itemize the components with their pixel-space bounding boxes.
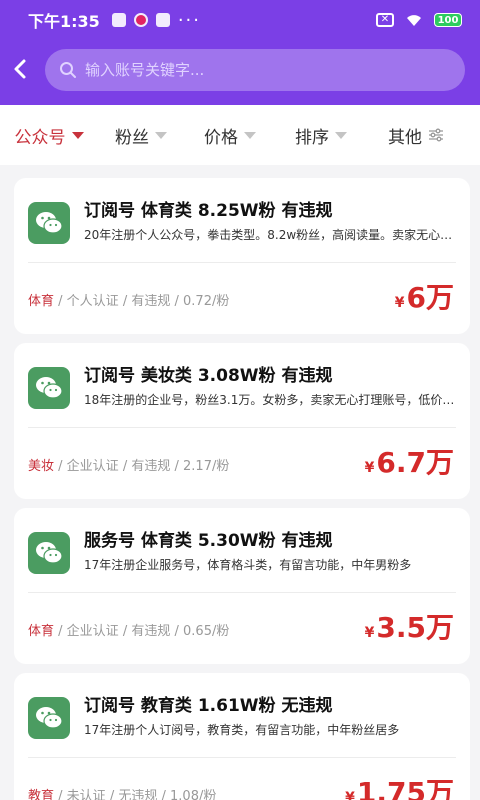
price-value: 6万 xyxy=(406,281,454,314)
filter-account-type[interactable]: 公众号 xyxy=(0,105,98,165)
price-per-fan: 0.72/粉 xyxy=(183,294,230,309)
status-bar: 下午1:35 ··· ✕ 100 xyxy=(0,0,480,40)
currency-symbol: ¥ xyxy=(345,790,355,800)
account-card[interactable]: 订阅号 教育类 1.61W粉 无违规 17年注册个人订阅号，教育类，有留言功能，… xyxy=(14,673,470,800)
price-per-fan: 2.17/粉 xyxy=(183,459,230,474)
caret-down-icon xyxy=(244,131,256,139)
account-meta: 体育 / 个人认证 / 有违规 / 0.72/粉 xyxy=(28,294,230,309)
price: ¥6.7万 xyxy=(365,441,454,481)
category-tag: 教育 xyxy=(28,789,55,800)
category-tag: 体育 xyxy=(28,294,55,309)
status-time: 下午1:35 xyxy=(28,12,100,31)
account-list: 订阅号 体育类 8.25W粉 有违规 20年注册个人公众号，拳击类型。8.2w粉… xyxy=(14,178,470,800)
battery-icon: 100 xyxy=(434,13,462,27)
auth-status: 个人认证 xyxy=(66,294,119,309)
filter-label: 其他 xyxy=(388,127,422,148)
price-per-fan: 1.08/粉 xyxy=(170,789,217,800)
filter-sliders-icon xyxy=(429,128,443,142)
filter-label: 公众号 xyxy=(14,127,66,148)
violation-status: 有违规 xyxy=(131,294,171,309)
filter-price[interactable]: 价格 xyxy=(184,105,276,165)
account-card[interactable]: 服务号 体育类 5.30W粉 有违规 17年注册企业服务号，体育格斗类，有留言功… xyxy=(14,508,470,664)
account-title: 订阅号 体育类 8.25W粉 有违规 xyxy=(84,201,333,221)
caret-down-icon xyxy=(155,131,167,139)
back-button[interactable] xyxy=(8,56,34,82)
price-value: 6.7万 xyxy=(376,446,454,479)
search-bar[interactable] xyxy=(45,49,465,91)
sim-off-icon: ✕ xyxy=(376,13,394,27)
divider xyxy=(28,592,456,593)
account-description: 17年注册个人订阅号，教育类，有留言功能，中年粉丝居多 xyxy=(84,723,400,737)
filter-sort[interactable]: 排序 xyxy=(276,105,366,165)
wechat-icon xyxy=(28,532,70,574)
divider xyxy=(28,262,456,263)
more-notifications-icon: ··· xyxy=(177,9,201,31)
filter-other[interactable]: 其他 xyxy=(366,105,466,165)
category-tag: 体育 xyxy=(28,624,55,639)
caret-down-icon xyxy=(335,131,347,139)
auth-status: 企业认证 xyxy=(66,624,119,639)
filter-label: 粉丝 xyxy=(115,127,149,148)
filter-fans[interactable]: 粉丝 xyxy=(98,105,184,165)
price: ¥1.75万 xyxy=(345,771,454,800)
filter-label: 排序 xyxy=(295,127,329,148)
auth-status: 未认证 xyxy=(66,789,106,800)
account-description: 20年注册个人公众号，拳击类型。8.2w粉丝，高阅读量。卖家无心打理账号，低价出… xyxy=(84,228,459,242)
notification-icons: ··· xyxy=(111,9,201,31)
account-card[interactable]: 订阅号 体育类 8.25W粉 有违规 20年注册个人公众号，拳击类型。8.2w粉… xyxy=(14,178,470,334)
app-notification-icon xyxy=(133,13,148,27)
violation-status: 有违规 xyxy=(131,459,171,474)
account-description: 17年注册企业服务号，体育格斗类，有留言功能，中年男粉多 xyxy=(84,558,412,572)
price-per-fan: 0.65/粉 xyxy=(183,624,230,639)
account-meta: 体育 / 企业认证 / 有违规 / 0.65/粉 xyxy=(28,624,230,639)
wechat-icon xyxy=(28,202,70,244)
account-title: 订阅号 教育类 1.61W粉 无违规 xyxy=(84,696,333,716)
header: 下午1:35 ··· ✕ 100 xyxy=(0,0,480,105)
violation-status: 无违规 xyxy=(118,789,158,800)
price: ¥3.5万 xyxy=(365,606,454,646)
search-input[interactable] xyxy=(85,61,425,79)
account-meta: 美妆 / 企业认证 / 有违规 / 2.17/粉 xyxy=(28,459,230,474)
account-meta: 教育 / 未认证 / 无违规 / 1.08/粉 xyxy=(28,785,216,800)
currency-symbol: ¥ xyxy=(394,295,405,311)
system-icons: ✕ 100 xyxy=(376,13,462,27)
chevron-left-icon xyxy=(14,59,26,79)
wifi-icon xyxy=(404,13,424,27)
divider xyxy=(28,757,456,758)
price: ¥6万 xyxy=(395,276,454,316)
app-notification-icon xyxy=(111,13,126,27)
account-title: 服务号 体育类 5.30W粉 有违规 xyxy=(84,531,333,551)
account-card[interactable]: 订阅号 美妆类 3.08W粉 有违规 18年注册的企业号，粉丝3.1万。女粉多，… xyxy=(14,343,470,499)
wechat-icon xyxy=(28,367,70,409)
filter-label: 价格 xyxy=(204,127,238,148)
price-value: 3.5万 xyxy=(376,611,454,644)
auth-status: 企业认证 xyxy=(66,459,119,474)
violation-status: 有违规 xyxy=(131,624,171,639)
app-notification-icon xyxy=(155,13,170,27)
price-value: 1.75万 xyxy=(356,776,454,800)
currency-symbol: ¥ xyxy=(364,460,375,476)
account-description: 18年注册的企业号，粉丝3.1万。女粉多，卖家无心打理账号，低价出售 xyxy=(84,393,459,407)
currency-symbol: ¥ xyxy=(364,625,375,641)
caret-down-icon xyxy=(71,131,84,139)
filter-bar: 公众号 粉丝 价格 排序 其他 xyxy=(0,105,480,165)
category-tag: 美妆 xyxy=(28,459,55,474)
account-title: 订阅号 美妆类 3.08W粉 有违规 xyxy=(84,366,333,386)
search-icon xyxy=(60,62,76,78)
wechat-icon xyxy=(28,697,70,739)
divider xyxy=(28,427,456,428)
